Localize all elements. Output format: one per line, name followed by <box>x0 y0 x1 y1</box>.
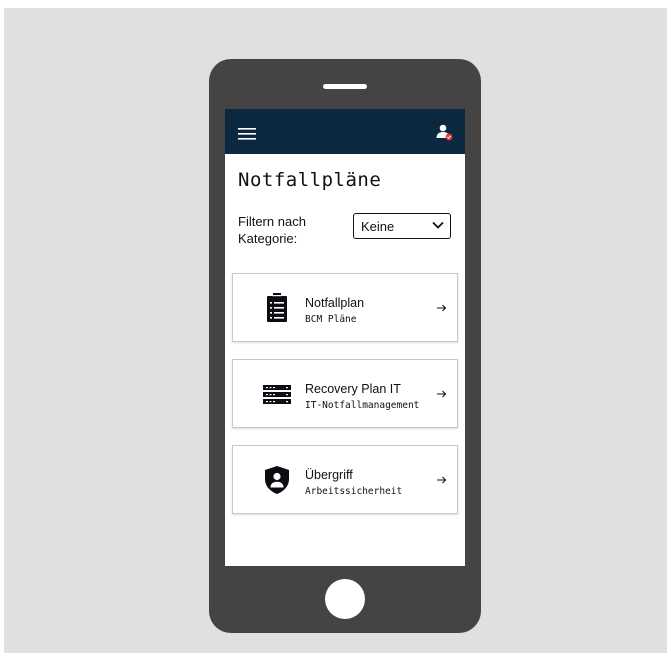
category-filter-select[interactable]: Keine <box>353 213 451 239</box>
card-subtitle: BCM Pläne <box>305 314 357 325</box>
card-subtitle: IT-Notfallmanagement <box>305 400 420 411</box>
card-title: Recovery Plan IT <box>305 382 401 396</box>
shield-user-icon <box>265 466 289 494</box>
card-title: Übergriff <box>305 468 353 482</box>
category-filter-value: Keine <box>361 219 395 234</box>
card-subtitle: Arbeitssicherheit <box>305 486 403 497</box>
arrow-right-icon <box>437 390 447 398</box>
card-recovery-plan-it[interactable]: Recovery Plan IT IT-Notfallmanagement <box>232 359 458 428</box>
background-frame: Notfallpläne Filtern nach Kategorie: Kei… <box>4 8 667 653</box>
chevron-down-icon <box>432 221 444 229</box>
filter-label: Filtern nach Kategorie: <box>238 214 306 246</box>
clipboard-list-icon <box>267 293 287 322</box>
card-title: Notfallplan <box>305 296 365 310</box>
card-uebergriff[interactable]: Übergriff Arbeitssicherheit <box>232 445 458 514</box>
home-button[interactable] <box>325 579 365 619</box>
app-header <box>225 109 465 154</box>
card-notfallplan[interactable]: Notfallplan BCM Pläne <box>232 273 458 342</box>
arrow-right-icon <box>437 476 447 484</box>
phone-speaker <box>323 84 367 89</box>
page-title: Notfallpläne <box>238 169 382 191</box>
hamburger-menu-icon[interactable] <box>238 128 256 140</box>
arrow-right-icon <box>437 304 447 312</box>
phone-mockup: Notfallpläne Filtern nach Kategorie: Kei… <box>209 59 481 633</box>
app-screen: Notfallpläne Filtern nach Kategorie: Kei… <box>225 109 465 566</box>
user-profile-icon[interactable] <box>435 123 453 141</box>
server-icon <box>263 385 291 404</box>
